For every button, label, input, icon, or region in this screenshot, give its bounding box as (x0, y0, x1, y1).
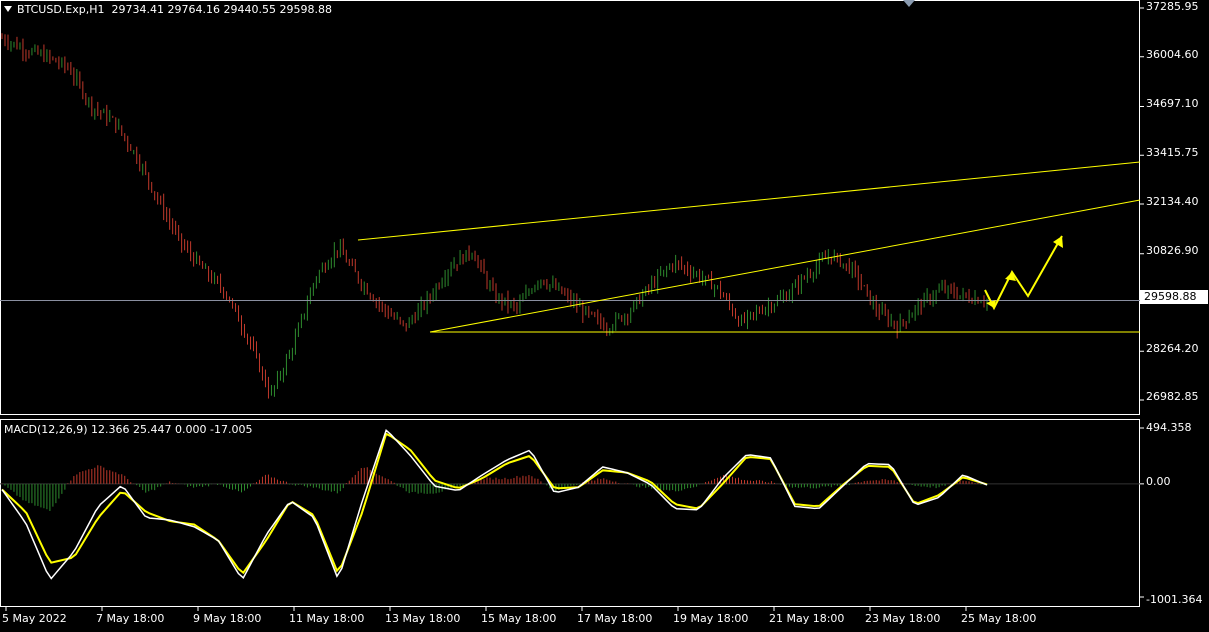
current-price-badge: 29598.88 (1140, 290, 1208, 304)
projection-path (984, 235, 1063, 311)
time-tick: 15 May 18:00 (481, 612, 557, 625)
scroll-marker-icon (903, 0, 915, 7)
time-tick: 7 May 18:00 (96, 612, 165, 625)
macd-signal-line (1, 432, 988, 575)
time-tick: 11 May 18:00 (289, 612, 365, 625)
time-tick: 19 May 18:00 (673, 612, 749, 625)
arrow-head-icon (1053, 236, 1063, 248)
price-tick: 33415.75 (1146, 146, 1199, 159)
time-tick: 13 May 18:00 (385, 612, 461, 625)
chart-window[interactable]: BTCUSD.Exp,H1 29734.41 29764.16 29440.55… (0, 0, 1209, 628)
macd-tick: 494.358 (1146, 421, 1192, 434)
macd-main-line (1, 429, 988, 580)
price-chart-canvas[interactable] (0, 0, 1209, 628)
dropdown-arrow-icon[interactable] (4, 6, 12, 12)
time-tick: 5 May 2022 (2, 612, 67, 625)
price-tick: 37285.95 (1146, 0, 1199, 13)
symbol-label: BTCUSD.Exp,H1 (17, 3, 105, 16)
macd-tick: 0.00 (1146, 475, 1171, 488)
price-tick: 32134.40 (1146, 195, 1199, 208)
price-tick: 34697.10 (1146, 97, 1199, 110)
time-tick: 17 May 18:00 (577, 612, 653, 625)
time-tick: 25 May 18:00 (961, 612, 1037, 625)
macd-tick: -1001.364 (1146, 593, 1203, 606)
price-tick: 26982.85 (1146, 390, 1199, 403)
time-tick: 9 May 18:00 (193, 612, 262, 625)
ohlc-values: 29734.41 29764.16 29440.55 29598.88 (111, 3, 332, 16)
price-tick: 28264.20 (1146, 342, 1199, 355)
price-tick: 30826.90 (1146, 244, 1199, 257)
rising-trendline (429, 199, 1141, 333)
macd-pane-frame (0, 419, 1140, 607)
time-tick: 23 May 18:00 (865, 612, 941, 625)
upper-trendline (357, 161, 1141, 241)
macd-label: MACD(12,26,9) 12.366 25.447 0.000 -17.00… (4, 423, 253, 436)
price-tick: 36004.60 (1146, 48, 1199, 61)
time-tick: 21 May 18:00 (769, 612, 845, 625)
price-pane-frame (0, 0, 1140, 415)
symbol-header: BTCUSD.Exp,H1 29734.41 29764.16 29440.55… (4, 3, 332, 16)
